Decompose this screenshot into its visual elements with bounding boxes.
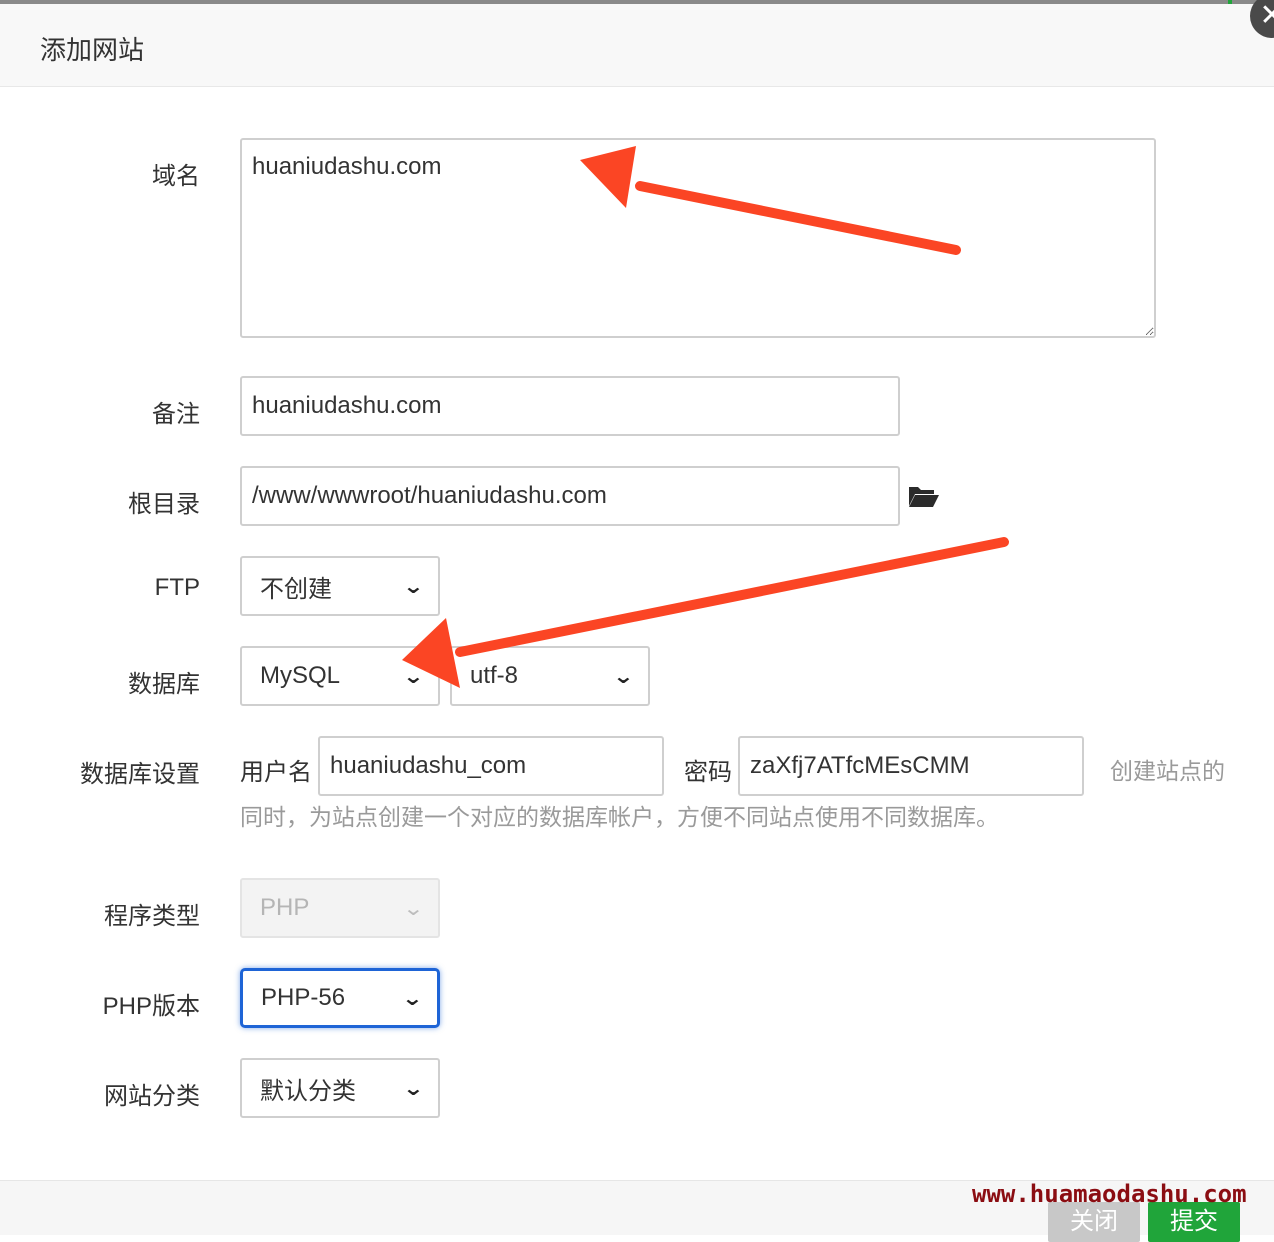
category-selected: 默认分类 [260,1077,356,1105]
chevron-down-icon: ⌄ [402,665,425,688]
charset-selected: utf-8 [470,662,519,689]
root-label: 根目录 [128,491,200,518]
database-type-select[interactable]: MySQL ⌄ [240,646,440,706]
close-button[interactable]: 关闭 [1048,1202,1140,1242]
db-username-value: huaniudashu_com [330,752,527,779]
remark-input[interactable]: huaniudashu.com [240,376,900,436]
chevron-down-icon: ⌄ [612,665,635,688]
php-version-select[interactable]: PHP-56 ⌄ [240,968,440,1028]
domain-label: 域名 [152,163,200,190]
chevron-down-icon: ⌄ [401,987,424,1010]
domain-textarea[interactable] [240,138,1156,338]
ftp-label: FTP [154,574,200,601]
db-username-input[interactable]: huaniudashu_com [318,736,664,796]
password-label: 密码 [684,759,732,786]
db-hint-line1: 创建站点的 [1110,758,1225,784]
php-version-label: PHP版本 [102,993,200,1020]
php-version-selected: PHP-56 [261,984,346,1011]
program-type-select: PHP ⌄ [240,878,440,938]
category-label: 网站分类 [104,1083,200,1110]
ftp-selected: 不创建 [260,575,332,603]
program-type-label: 程序类型 [104,903,200,930]
remark-value: huaniudashu.com [252,392,442,419]
db-settings-label: 数据库设置 [80,761,200,788]
chevron-down-icon: ⌄ [402,897,425,920]
db-hint-line2: 同时，为站点创建一个对应的数据库帐户，方便不同站点使用不同数据库。 [240,804,999,830]
chevron-down-icon: ⌄ [402,1077,425,1100]
folder-open-icon[interactable] [908,484,940,508]
db-password-input[interactable]: zaXfj7ATfcMEsCMM [738,736,1084,796]
root-input[interactable]: /www/wwwroot/huaniudashu.com [240,466,900,526]
database-label: 数据库 [128,671,200,698]
category-select[interactable]: 默认分类 ⌄ [240,1058,440,1118]
dialog-title: 添加网站 [40,35,145,65]
remark-label: 备注 [152,401,200,428]
ftp-select[interactable]: 不创建 ⌄ [240,556,440,616]
charset-select[interactable]: utf-8 ⌄ [450,646,650,706]
dialog-header: 添加网站 [0,4,1274,87]
watermark-text: www.huamaodashu.com [972,1180,1247,1208]
chevron-down-icon: ⌄ [402,575,425,598]
submit-button[interactable]: 提交 [1148,1202,1240,1242]
program-type-selected: PHP [260,894,310,921]
root-value: /www/wwwroot/huaniudashu.com [252,482,607,509]
username-label: 用户名 [240,759,312,786]
database-type-selected: MySQL [260,662,341,689]
db-password-value: zaXfj7ATfcMEsCMM [750,752,970,779]
